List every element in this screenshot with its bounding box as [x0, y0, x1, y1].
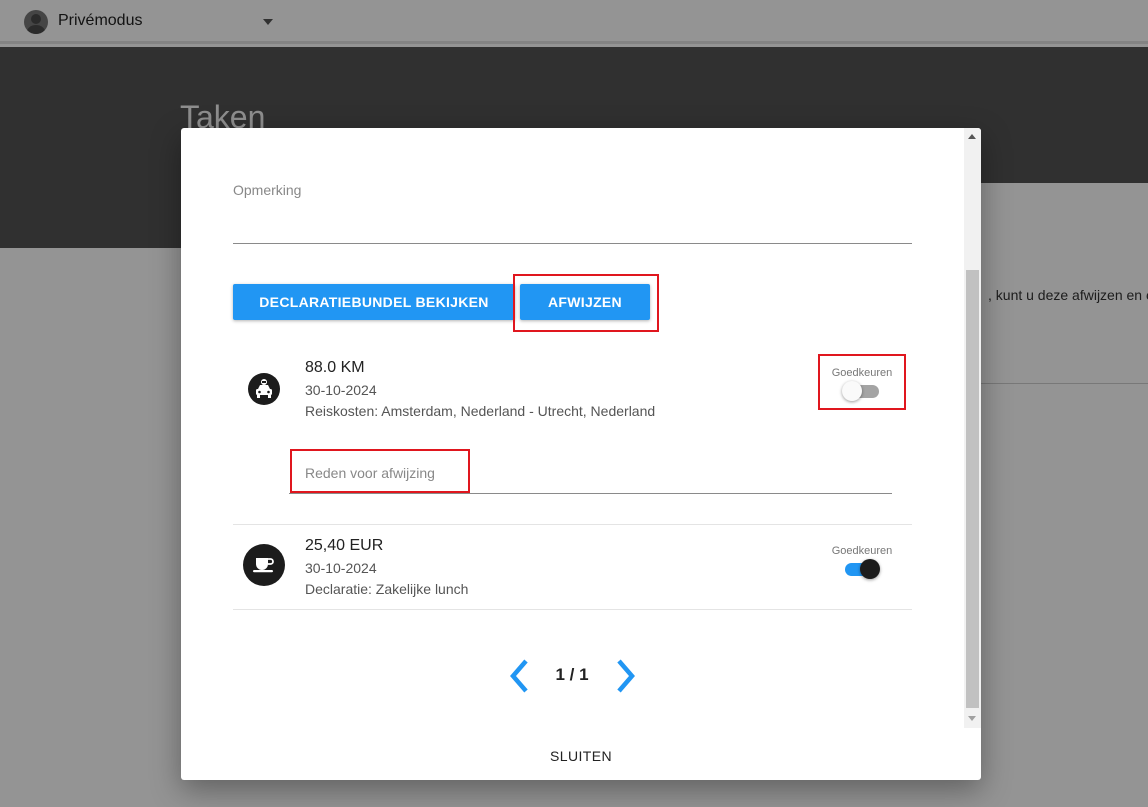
remark-input-area[interactable] [233, 208, 912, 243]
rejection-reason-input[interactable] [289, 453, 892, 493]
toggle-knob [860, 559, 880, 579]
coffee-cup-icon [243, 544, 285, 586]
approve-toggle[interactable] [842, 379, 880, 403]
taxi-icon [248, 373, 280, 405]
rejection-reason-underline [289, 493, 892, 494]
item-description: Reiskosten: Amsterdam, Nederland - Utrec… [305, 403, 656, 419]
reject-button[interactable]: AFWIJZEN [520, 284, 650, 320]
approve-toggle[interactable] [842, 557, 880, 581]
remark-field-label: Opmerking [233, 182, 302, 198]
modal-scrollbar[interactable] [964, 128, 981, 728]
item-title: 25,40 EUR [305, 537, 384, 554]
item-divider [233, 609, 912, 610]
item-title: 88.0 KM [305, 359, 365, 376]
scroll-up-arrow-icon[interactable] [968, 134, 976, 139]
approve-label: Goedkeuren [831, 545, 893, 557]
close-button[interactable]: SLUITEN [521, 742, 641, 770]
scroll-thumb[interactable] [966, 270, 979, 708]
chevron-right-icon[interactable] [613, 658, 639, 694]
task-modal: Opmerking DECLARATIEBUNDEL BEKIJKEN AFWI… [181, 128, 981, 780]
item-divider [233, 524, 912, 525]
item-description: Declaratie: Zakelijke lunch [305, 581, 469, 597]
page-indicator: 1 / 1 [555, 665, 589, 684]
scroll-down-arrow-icon[interactable] [968, 716, 976, 721]
approve-label: Goedkeuren [831, 367, 893, 379]
item-date: 30-10-2024 [305, 560, 377, 576]
chevron-left-icon[interactable] [506, 658, 532, 694]
item-date: 30-10-2024 [305, 382, 377, 398]
view-bundle-button[interactable]: DECLARATIEBUNDEL BEKIJKEN [233, 284, 515, 320]
remark-input[interactable] [233, 243, 912, 244]
toggle-knob [842, 381, 862, 401]
